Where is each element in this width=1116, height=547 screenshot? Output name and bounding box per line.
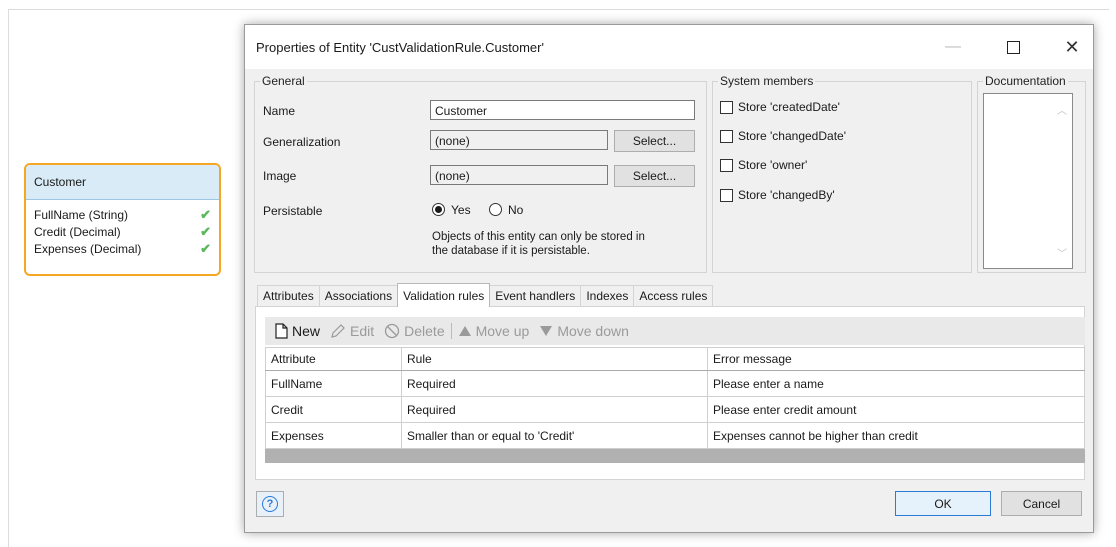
table-row[interactable]: Expenses Smaller than or equal to 'Credi… bbox=[265, 422, 1085, 449]
name-label: Name bbox=[263, 104, 296, 118]
tab-indexes[interactable]: Indexes bbox=[580, 285, 635, 306]
delete-button[interactable]: Delete bbox=[384, 323, 445, 339]
check-icon: ✔ bbox=[200, 223, 211, 239]
edit-label: Edit bbox=[350, 323, 375, 339]
image-field: (none) bbox=[430, 165, 608, 185]
entity-attribute-label: FullName (String) bbox=[34, 207, 129, 222]
dialog-title: Properties of Entity 'CustValidationRule… bbox=[256, 39, 544, 55]
name-input[interactable]: Customer bbox=[430, 100, 695, 120]
table-cell: Required bbox=[401, 370, 708, 397]
tab-access-rules[interactable]: Access rules bbox=[633, 285, 714, 306]
pencil-icon bbox=[331, 324, 345, 338]
documentation-textarea[interactable]: ︿ ﹀ bbox=[983, 93, 1073, 269]
tab-event-handlers[interactable]: Event handlers bbox=[489, 285, 582, 306]
table-row[interactable]: FullName Required Please enter a name bbox=[265, 370, 1085, 397]
ok-button[interactable]: OK bbox=[895, 491, 991, 516]
check-icon: ✔ bbox=[200, 240, 211, 256]
table-row[interactable]: Credit Required Please enter credit amou… bbox=[265, 396, 1085, 423]
store-owner-label[interactable]: Store 'owner' bbox=[738, 158, 807, 172]
triangle-down-icon bbox=[540, 326, 553, 336]
entity-attribute-label: Credit (Decimal) bbox=[34, 224, 121, 239]
minimize-icon: — bbox=[945, 38, 961, 55]
tab-associations[interactable]: Associations bbox=[318, 285, 399, 306]
edit-button[interactable]: Edit bbox=[330, 323, 374, 339]
entity-attribute[interactable]: Expenses (Decimal) ✔ bbox=[26, 240, 219, 257]
check-icon: ✔ bbox=[200, 206, 211, 222]
cancel-button[interactable]: Cancel bbox=[1001, 491, 1082, 516]
minimize-button[interactable]: — bbox=[930, 25, 976, 69]
close-icon: ✕ bbox=[1064, 36, 1080, 57]
column-header-attribute[interactable]: Attribute bbox=[265, 347, 402, 371]
store-changeddate-checkbox[interactable] bbox=[720, 130, 733, 143]
maximize-icon bbox=[1006, 40, 1020, 54]
generalization-select-button[interactable]: Select... bbox=[614, 130, 695, 152]
new-label: New bbox=[292, 323, 321, 339]
persistable-note-line: Objects of this entity can only be store… bbox=[432, 231, 645, 243]
table-cell: Credit bbox=[265, 396, 402, 423]
table-cell: FullName bbox=[265, 370, 402, 397]
new-document-icon bbox=[275, 323, 288, 339]
entity-name: Customer bbox=[26, 165, 219, 200]
properties-tabs: Attributes Associations Validation rules… bbox=[257, 283, 714, 307]
table-cell: Expenses bbox=[265, 422, 402, 449]
table-cell: Please enter credit amount bbox=[707, 396, 1085, 423]
toolbar-separator bbox=[450, 323, 452, 339]
entity-card-customer[interactable]: Customer FullName (String) ✔ Credit (Dec… bbox=[24, 163, 221, 276]
triangle-up-icon bbox=[458, 326, 471, 336]
table-cell: Please enter a name bbox=[707, 370, 1085, 397]
persistable-no-label[interactable]: No bbox=[508, 203, 523, 217]
scroll-up-icon[interactable]: ︿ bbox=[1057, 102, 1067, 117]
move-up-button[interactable]: Move up bbox=[458, 323, 530, 339]
validation-toolbar: New Edit Delete Move up Move down bbox=[265, 317, 1085, 345]
move-down-label: Move down bbox=[557, 323, 629, 339]
scroll-down-icon[interactable]: ﹀ bbox=[1057, 245, 1067, 260]
help-button[interactable]: ? bbox=[256, 491, 284, 517]
persistable-label: Persistable bbox=[263, 204, 323, 218]
table-cell: Smaller than or equal to 'Credit' bbox=[401, 422, 708, 449]
persistable-yes-label[interactable]: Yes bbox=[451, 203, 471, 217]
store-owner-checkbox[interactable] bbox=[720, 159, 733, 172]
store-createddate-label[interactable]: Store 'createdDate' bbox=[738, 100, 840, 114]
tab-attributes[interactable]: Attributes bbox=[257, 285, 320, 306]
store-createddate-checkbox[interactable] bbox=[720, 101, 733, 114]
tab-validation-rules[interactable]: Validation rules bbox=[397, 283, 491, 307]
entity-attribute[interactable]: FullName (String) ✔ bbox=[26, 206, 219, 223]
general-legend: General bbox=[262, 74, 305, 88]
delete-icon bbox=[384, 323, 400, 339]
generalization-label: Generalization bbox=[263, 135, 341, 149]
persistable-no-radio[interactable] bbox=[489, 203, 502, 216]
table-cell: Expenses cannot be higher than credit bbox=[707, 422, 1085, 449]
maximize-button[interactable] bbox=[990, 25, 1036, 69]
move-down-button[interactable]: Move down bbox=[539, 323, 629, 339]
store-changedby-checkbox[interactable] bbox=[720, 189, 733, 202]
table-header-row: Attribute Rule Error message bbox=[265, 347, 1085, 371]
help-icon: ? bbox=[262, 496, 278, 512]
persistable-yes-radio[interactable] bbox=[432, 203, 445, 216]
image-label: Image bbox=[263, 169, 297, 183]
dialog-titlebar[interactable]: Properties of Entity 'CustValidationRule… bbox=[245, 25, 1093, 69]
entity-attribute[interactable]: Credit (Decimal) ✔ bbox=[26, 223, 219, 240]
image-select-button[interactable]: Select... bbox=[614, 165, 695, 187]
persistable-note-line: the database if it is persistable. bbox=[432, 245, 590, 257]
documentation-legend: Documentation bbox=[985, 74, 1066, 88]
entity-attribute-label: Expenses (Decimal) bbox=[34, 241, 142, 256]
column-header-rule[interactable]: Rule bbox=[401, 347, 708, 371]
delete-label: Delete bbox=[404, 323, 445, 339]
new-button[interactable]: New bbox=[275, 323, 320, 339]
store-changeddate-label[interactable]: Store 'changedDate' bbox=[738, 129, 846, 143]
system-members-legend: System members bbox=[720, 74, 814, 88]
close-button[interactable]: ✕ bbox=[1049, 25, 1095, 69]
move-up-label: Move up bbox=[475, 323, 530, 339]
column-header-error-message[interactable]: Error message bbox=[707, 347, 1085, 371]
table-footer-bar bbox=[265, 449, 1085, 463]
table-cell: Required bbox=[401, 396, 708, 423]
generalization-field: (none) bbox=[430, 130, 608, 150]
store-changedby-label[interactable]: Store 'changedBy' bbox=[738, 188, 835, 202]
persistable-note: Objects of this entity can only be store… bbox=[432, 230, 645, 258]
entity-attributes: FullName (String) ✔ Credit (Decimal) ✔ E… bbox=[26, 200, 219, 257]
validation-rules-table: Attribute Rule Error message FullName Re… bbox=[265, 347, 1085, 449]
